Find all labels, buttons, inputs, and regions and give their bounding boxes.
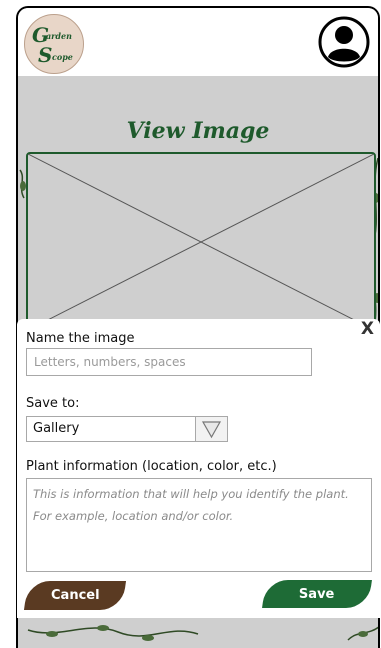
- plant-info-placeholder: This is information that will help you i…: [33, 487, 349, 523]
- cancel-button-label: Cancel: [50, 588, 100, 603]
- save-to-select[interactable]: Gallery: [26, 416, 228, 442]
- save-image-dialog: X Name the image Save to: Gallery Plant …: [17, 319, 380, 618]
- logo-letter-s: S: [38, 43, 53, 67]
- save-to-value: Gallery: [33, 421, 80, 436]
- logo-small-arden: arden: [46, 31, 72, 41]
- close-button[interactable]: X: [361, 319, 374, 339]
- name-label: Name the image: [26, 331, 135, 346]
- logo-small-cope: cope: [52, 52, 73, 62]
- top-bar: G arden S cope: [18, 8, 378, 76]
- plant-info-label: Plant information (location, color, etc.…: [26, 459, 277, 474]
- cancel-button[interactable]: Cancel: [23, 581, 127, 610]
- save-to-label: Save to:: [26, 396, 80, 411]
- save-button[interactable]: Save: [262, 580, 372, 608]
- save-button-label: Save: [299, 586, 335, 602]
- plant-info-textarea[interactable]: This is information that will help you i…: [26, 478, 372, 572]
- user-avatar-icon: [318, 16, 370, 68]
- image-placeholder-cross: [28, 154, 374, 330]
- triangle-down-icon: [201, 421, 222, 439]
- page-title: View Image: [126, 118, 270, 144]
- vine-decoration-bottom: [27, 625, 378, 641]
- image-name-input[interactable]: [26, 348, 312, 376]
- dropdown-arrow-button[interactable]: [195, 417, 227, 441]
- gardenscope-logo[interactable]: G arden S cope: [24, 14, 84, 74]
- profile-button[interactable]: [318, 16, 370, 68]
- image-placeholder: [26, 152, 376, 332]
